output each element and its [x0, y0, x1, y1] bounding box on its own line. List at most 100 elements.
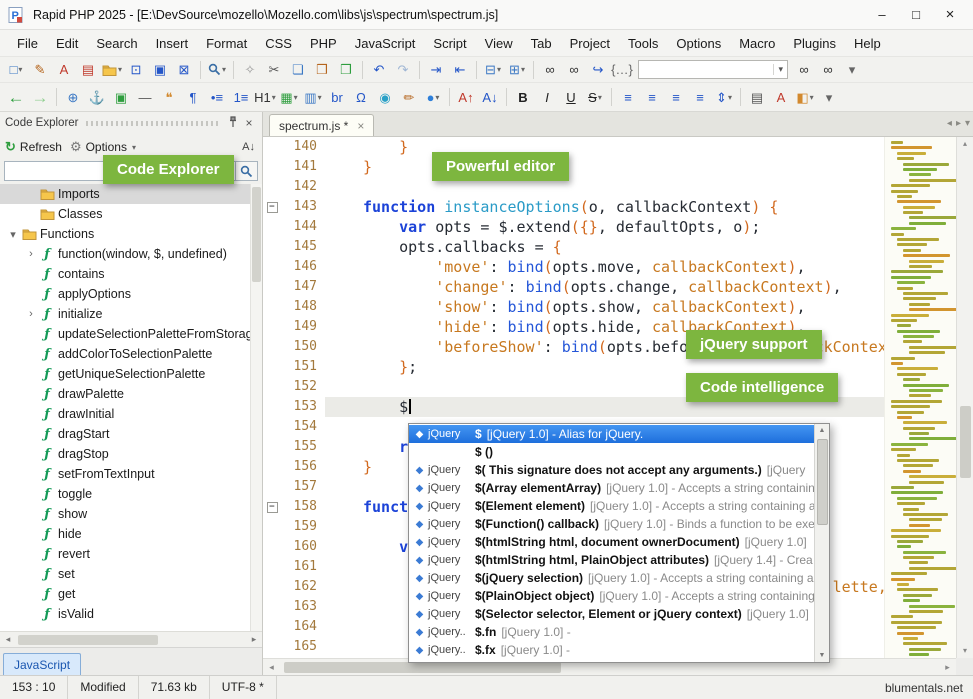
completion-item-7[interactable]: ◆jQuery$(htmlString html, document owner…	[409, 533, 814, 551]
completion-item-13[interactable]: ◆jQuery..$.fx[jQuery 1.0] -	[409, 641, 814, 659]
search-button[interactable]	[236, 161, 258, 181]
code-line-147[interactable]: 147 'change': bind(opts.change, callback…	[263, 277, 956, 297]
toolbar2-more-icon[interactable]: ▾	[818, 87, 840, 107]
tree-item-applyoptions[interactable]: ƒapplyOptions	[0, 284, 262, 304]
completion-item-6[interactable]: ◆jQuery$(Function() callback)[jQuery 1.0…	[409, 515, 814, 533]
tree-item-setfromtextinput[interactable]: ƒsetFromTextInput	[0, 464, 262, 484]
tree-item-isvalid[interactable]: ƒisValid	[0, 604, 262, 624]
tree-chevron-icon[interactable]: ›	[24, 248, 38, 260]
menu-item-insert[interactable]: Insert	[147, 33, 198, 54]
align-right-icon[interactable]: ≡	[665, 87, 687, 107]
tree-item-functions[interactable]: ▾Functions	[0, 224, 262, 244]
layout-icon[interactable]: ⊞▾	[506, 60, 528, 80]
back-icon[interactable]: ←	[5, 87, 27, 107]
strikethrough-icon[interactable]: S▾	[584, 87, 606, 107]
menu-item-javascript[interactable]: JavaScript	[346, 33, 425, 54]
tree-chevron-icon[interactable]: ▾	[6, 228, 20, 241]
tree-hscroll-thumb[interactable]	[18, 635, 158, 645]
menu-item-search[interactable]: Search	[87, 33, 146, 54]
menu-item-plugins[interactable]: Plugins	[784, 33, 845, 54]
menu-item-help[interactable]: Help	[845, 33, 890, 54]
scroll-up-icon[interactable]: ▴	[963, 137, 967, 151]
maximize-button[interactable]: □	[899, 1, 933, 29]
code-snippet-icon[interactable]: {…}	[611, 60, 633, 80]
tree-item-dragstart[interactable]: ƒdragStart	[0, 424, 262, 444]
style-pencil-icon[interactable]: ✏	[398, 87, 420, 107]
tree-item-imports[interactable]: Imports	[0, 184, 262, 204]
outdent-icon[interactable]: ⇤	[449, 60, 471, 80]
tree-item-drawpalette[interactable]: ƒdrawPalette	[0, 384, 262, 404]
omega-icon[interactable]: Ω	[350, 87, 372, 107]
panel-grip[interactable]	[86, 121, 218, 126]
collapse-icon[interactable]: −	[267, 202, 278, 213]
completion-item-2[interactable]: $ ()	[409, 443, 814, 461]
align-left-icon[interactable]: ≡	[617, 87, 639, 107]
open-remote-icon[interactable]: ▤	[77, 60, 99, 80]
pin-icon[interactable]	[225, 116, 241, 131]
redo-icon[interactable]: ↷	[392, 60, 414, 80]
format-wand-icon[interactable]: ✧	[239, 60, 261, 80]
code-line-140[interactable]: 140 }	[263, 137, 956, 157]
tree-item-initialize[interactable]: ›ƒinitialize	[0, 304, 262, 324]
open-file-icon[interactable]: ▾	[101, 60, 123, 80]
comment-icon[interactable]: ❝	[158, 87, 180, 107]
menu-item-tools[interactable]: Tools	[619, 33, 667, 54]
bullet-list-icon[interactable]: •≡	[206, 87, 228, 107]
link-icon[interactable]: ⊕	[62, 87, 84, 107]
menu-item-tab[interactable]: Tab	[522, 33, 561, 54]
new-template-icon[interactable]: A	[53, 60, 75, 80]
tree-vscrollbar[interactable]	[250, 184, 262, 631]
menu-item-macro[interactable]: Macro	[730, 33, 784, 54]
paste-icon[interactable]: ❒	[311, 60, 333, 80]
edit-page-icon[interactable]: ✎	[29, 60, 51, 80]
anchor-icon[interactable]: ⚓	[86, 87, 108, 107]
italic-icon[interactable]: I	[536, 87, 558, 107]
cut-icon[interactable]: ✂	[263, 60, 285, 80]
completion-item-1[interactable]: ◆jQuery$[jQuery 1.0] - Alias for jQuery.	[409, 425, 814, 443]
tree-item-contains[interactable]: ƒcontains	[0, 264, 262, 284]
table-icon[interactable]: ▦▾	[278, 87, 300, 107]
font-larger-icon[interactable]: A↑	[455, 87, 477, 107]
bold-icon[interactable]: B	[512, 87, 534, 107]
popup-scroll-up-icon[interactable]: ▲	[819, 424, 826, 437]
menu-item-file[interactable]: File	[8, 33, 47, 54]
page-view-icon[interactable]: ▤	[746, 87, 768, 107]
replace-in-files-icon[interactable]: ∞	[817, 60, 839, 80]
close-button[interactable]: ×	[933, 1, 967, 29]
font-smaller-icon[interactable]: A↓	[479, 87, 501, 107]
code-line-149[interactable]: 149 'hide': bind(opts.hide, callbackCont…	[263, 317, 956, 337]
menu-item-script[interactable]: Script	[424, 33, 475, 54]
vscroll-thumb[interactable]	[960, 406, 971, 478]
menu-item-options[interactable]: Options	[667, 33, 730, 54]
code-line-148[interactable]: 148 'show': bind(opts.show, callbackCont…	[263, 297, 956, 317]
code-line-141[interactable]: 141}	[263, 157, 956, 177]
menu-item-edit[interactable]: Edit	[47, 33, 87, 54]
tree-vscroll-thumb[interactable]	[252, 187, 261, 282]
completion-item-12[interactable]: ◆jQuery..$.fn[jQuery 1.0] -	[409, 623, 814, 641]
popup-scroll-thumb[interactable]	[817, 439, 828, 525]
completion-item-4[interactable]: ◆jQuery$(Array elementArray)[jQuery 1.0]…	[409, 479, 814, 497]
paste-special-icon[interactable]: ❒	[335, 60, 357, 80]
globe-icon[interactable]: ◉	[374, 87, 396, 107]
code-line-151[interactable]: 151 };	[263, 357, 956, 377]
menu-item-css[interactable]: CSS	[256, 33, 301, 54]
refresh-button[interactable]: ↻Refresh	[5, 139, 62, 155]
minimize-button[interactable]: –	[865, 1, 899, 29]
sort-az-icon[interactable]: A↓	[242, 141, 257, 153]
minimap[interactable]	[884, 137, 956, 658]
tree-hscrollbar[interactable]: ◂ ▸	[0, 631, 262, 647]
tree-chevron-icon[interactable]: ›	[24, 308, 38, 320]
code-line-153[interactable]: 153 $	[263, 397, 956, 417]
options-button[interactable]: ⚙Options▾	[70, 139, 136, 155]
completion-item-8[interactable]: ◆jQuery$(htmlString html, PlainObject at…	[409, 551, 814, 569]
pilcrow-icon[interactable]: ¶	[182, 87, 204, 107]
scroll-left-icon[interactable]: ◂	[263, 662, 280, 673]
menu-item-view[interactable]: View	[476, 33, 522, 54]
code-line-145[interactable]: 145 opts.callbacks = {	[263, 237, 956, 257]
save-icon[interactable]: ⊡	[125, 60, 147, 80]
forward-icon[interactable]: →	[29, 87, 51, 107]
tab-scroll-left-icon[interactable]: ◂	[947, 118, 952, 129]
find-icon[interactable]: ∞	[539, 60, 561, 80]
indent-icon[interactable]: ⇥	[425, 60, 447, 80]
hscroll-thumb[interactable]	[284, 662, 561, 673]
